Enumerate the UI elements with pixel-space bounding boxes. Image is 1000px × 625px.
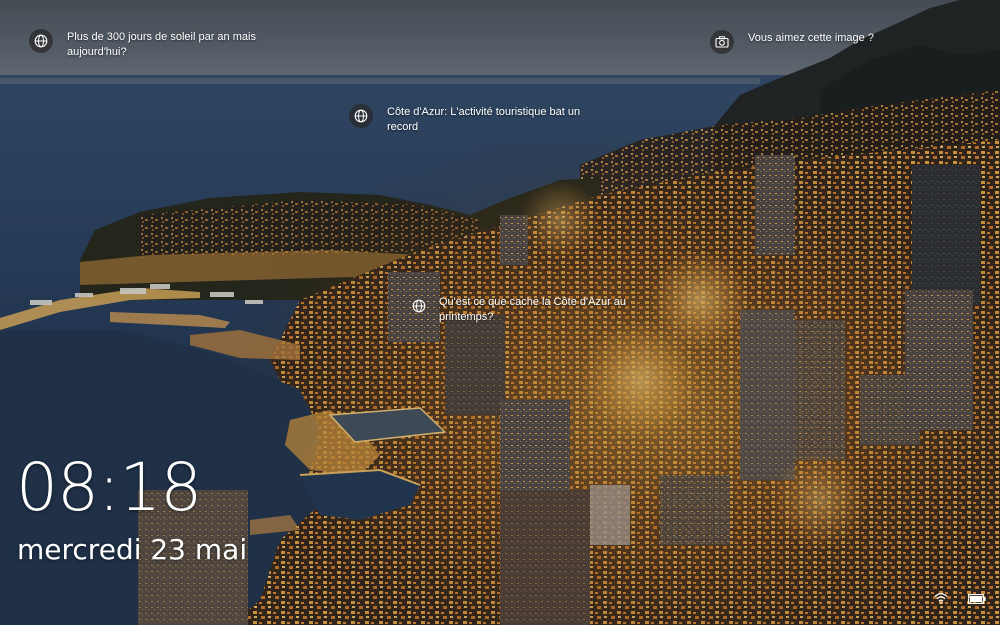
camera-icon (710, 30, 734, 54)
globe-icon (407, 294, 431, 318)
like-this-image-button[interactable]: Vous aimez cette image ? (710, 29, 970, 54)
wifi-icon[interactable] (934, 591, 948, 609)
hotspot-text: Qu'est ce que cache la Côte d'Azur au pr… (439, 296, 627, 323)
globe-icon (349, 104, 373, 128)
lock-screen-date: mercredi 23 mai (17, 533, 248, 566)
battery-icon[interactable] (968, 591, 986, 609)
spotlight-hotspot-tourism[interactable]: Côte d'Azur: L'activité touristique bat … (349, 103, 609, 135)
lock-screen-time: 08:18 (16, 449, 202, 526)
hotspot-text: Vous aimez cette image ? (748, 32, 874, 44)
hotspot-text: Côte d'Azur: L'activité touristique bat … (387, 106, 581, 133)
spotlight-hotspot-sunshine[interactable]: Plus de 300 jours de soleil par an mais … (29, 28, 289, 60)
status-tray (934, 591, 986, 609)
spotlight-hotspot-spring[interactable]: Qu'est ce que cache la Côte d'Azur au pr… (407, 293, 657, 325)
lock-screen[interactable]: Plus de 300 jours de soleil par an mais … (0, 0, 1000, 625)
globe-icon (29, 29, 53, 53)
hotspot-text: Plus de 300 jours de soleil par an mais … (67, 31, 256, 58)
